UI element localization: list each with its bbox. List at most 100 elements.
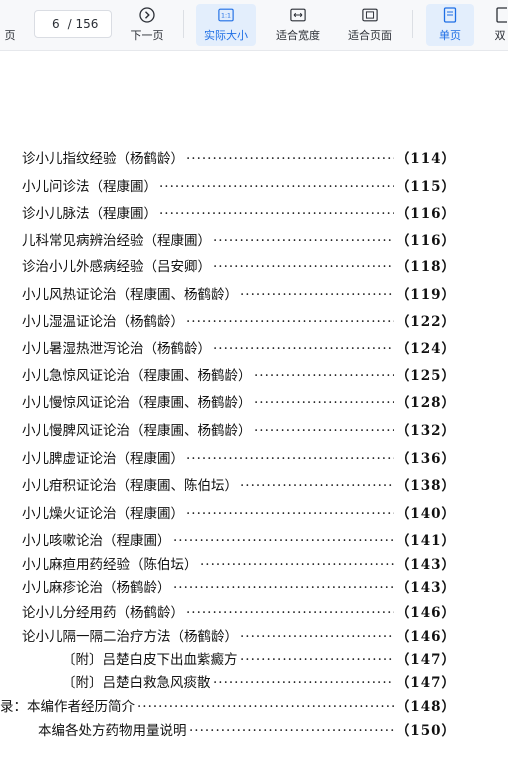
toc-entry-page: （119） bbox=[395, 287, 456, 303]
toc-entry-page: （138） bbox=[395, 478, 456, 494]
fit-page-button[interactable]: 适合页面 bbox=[344, 4, 396, 46]
fit-page-icon bbox=[362, 7, 378, 23]
toc-entry[interactable]: 小儿疳积证论治（程康圃、陈伯坛） ························… bbox=[0, 474, 508, 498]
toc-leader-dots: ········································… bbox=[200, 557, 394, 573]
toc-entry-page: （124） bbox=[395, 341, 456, 357]
toc-entry[interactable]: 小儿慢惊风证论治（程康圃、杨鹤龄） ·······················… bbox=[0, 391, 508, 415]
toc-entry-title: 论小儿隔一隔二治疗方法（杨鹤龄） bbox=[22, 629, 238, 645]
double-page-label: 双 bbox=[494, 29, 506, 42]
toc-entry-title: 录：本编作者经历简介 bbox=[0, 699, 135, 715]
toc-entry-title: 小儿急惊风证论治（程康圃、杨鹤龄） bbox=[22, 368, 252, 384]
toc-entry-page: （141） bbox=[395, 533, 456, 549]
toc-leader-dots: ········································… bbox=[173, 580, 394, 596]
fit-width-button[interactable]: 适合宽度 bbox=[272, 4, 324, 46]
toc-leader-dots: ········································… bbox=[213, 341, 394, 357]
toc-entry[interactable]: 小儿燥火证论治（程康圃） ····························… bbox=[0, 502, 508, 526]
toc-entry-page: （116） bbox=[395, 233, 456, 249]
toc-leader-dots: ········································… bbox=[213, 675, 394, 691]
toc-entry-title: 小儿问诊法（程康圃） bbox=[22, 179, 157, 195]
toc-entry-page: （148） bbox=[395, 699, 456, 715]
toc-entry[interactable]: 诊治小儿外感病经验（吕安卿） ··························… bbox=[0, 255, 508, 279]
toc-entry[interactable]: 〔附〕吕楚白救急风痰散 ·····························… bbox=[0, 671, 508, 695]
toc-leader-dots: ········································… bbox=[159, 179, 394, 195]
toc-entry[interactable]: 小儿咳嗽论治（程康圃） ·····························… bbox=[0, 529, 508, 553]
toc-entry[interactable]: 诊小儿脉法（程康圃） ······························… bbox=[0, 202, 508, 226]
toc-entry[interactable]: 小儿急惊风证论治（程康圃、杨鹤龄） ·······················… bbox=[0, 364, 508, 388]
toc-entry-title: 小儿暑湿热泄泻论治（杨鹤龄） bbox=[22, 341, 211, 357]
toc-entry-title: 诊小儿指纹经验（杨鹤龄） bbox=[22, 151, 184, 167]
toolbar-divider bbox=[183, 10, 184, 38]
toc-entry[interactable]: 小儿麻疹论治（杨鹤龄） ·····························… bbox=[0, 576, 508, 600]
toc-leader-dots: ········································… bbox=[186, 314, 394, 330]
toc-entry-title: 儿科常见病辨治经验（程康圃） bbox=[22, 233, 211, 249]
toc-entry-page: （114） bbox=[395, 151, 456, 167]
fit-width-label: 适合宽度 bbox=[276, 29, 320, 42]
previous-page-label: 页 bbox=[4, 29, 16, 42]
single-page-label: 单页 bbox=[439, 29, 461, 42]
toc-entry-title: 本编各处方药物用量说明 bbox=[38, 723, 187, 739]
toc-entry-page: （128） bbox=[395, 395, 456, 411]
toc-entry[interactable]: 本编各处方药物用量说明 ·····························… bbox=[0, 719, 508, 743]
toolbar-divider bbox=[412, 10, 413, 38]
toc-entry-page: （147） bbox=[395, 675, 456, 691]
toc-entry[interactable]: 诊小儿指纹经验（杨鹤龄） ····························… bbox=[0, 147, 508, 171]
toc-entry-title: 小儿咳嗽论治（程康圃） bbox=[22, 533, 171, 549]
actual-size-label: 实际大小 bbox=[204, 29, 248, 42]
toc-entry-title: 小儿燥火证论治（程康圃） bbox=[22, 506, 184, 522]
toc-leader-dots: ········································… bbox=[189, 723, 394, 739]
single-page-button[interactable]: 单页 bbox=[426, 4, 474, 46]
toc-entry-page: （143） bbox=[395, 580, 456, 596]
toc-entry[interactable]: 小儿慢脾风证论治（程康圃、杨鹤龄） ·······················… bbox=[0, 419, 508, 443]
next-page-label: 下一页 bbox=[130, 29, 164, 42]
next-page-button[interactable]: 下一页 bbox=[124, 4, 170, 46]
toc-entry-title: 〔附〕吕楚白救急风痰散 bbox=[62, 675, 211, 691]
toc-entry[interactable]: 小儿风热证论治（程康圃、杨鹤龄） ························… bbox=[0, 283, 508, 307]
toc-leader-dots: ········································… bbox=[137, 699, 394, 715]
toc-entry[interactable]: 〔附〕吕楚白皮下出血紫癜方 ···························… bbox=[0, 648, 508, 672]
toc-entry-page: （125） bbox=[395, 368, 456, 384]
toc-entry[interactable]: 小儿麻疸用药经验（陈伯坛） ···························… bbox=[0, 553, 508, 577]
toc-entry-page: （146） bbox=[395, 605, 456, 621]
toc-entry-page: （146） bbox=[395, 629, 456, 645]
toc-entry-page: （116） bbox=[395, 206, 456, 222]
next-page-icon bbox=[139, 7, 155, 23]
double-page-button[interactable]: 双 bbox=[492, 4, 508, 46]
toc-entry[interactable]: 论小儿隔一隔二治疗方法（杨鹤龄） ························… bbox=[0, 625, 508, 649]
previous-icon bbox=[2, 7, 18, 23]
toc-entry-page: （140） bbox=[395, 506, 456, 522]
toc-entry[interactable]: 小儿脾虚证论治（程康圃） ····························… bbox=[0, 447, 508, 471]
toc-entry-page: （150） bbox=[395, 723, 456, 739]
toc-entry[interactable]: 录：本编作者经历简介 ······························… bbox=[0, 695, 508, 719]
toc-entry-title: 〔附〕吕楚白皮下出血紫癜方 bbox=[62, 652, 238, 668]
viewer-toolbar: 页 6 / 156 下一页 1:1 实际大小 适合宽度 适合页面 单页 双 bbox=[0, 0, 508, 51]
toc-entry[interactable]: 小儿湿温证论治（杨鹤龄） ····························… bbox=[0, 310, 508, 334]
toc-leader-dots: ········································… bbox=[254, 368, 394, 384]
toc-entry-title: 小儿疳积证论治（程康圃、陈伯坛） bbox=[22, 478, 238, 494]
toc-entry-page: （118） bbox=[395, 259, 456, 275]
toc-entry-page: （147） bbox=[395, 652, 456, 668]
page-number-input[interactable]: 6 / 156 bbox=[34, 10, 112, 38]
actual-size-icon: 1:1 bbox=[218, 7, 234, 23]
toc-entry-title: 小儿麻疸用药经验（陈伯坛） bbox=[22, 557, 198, 573]
previous-page-button[interactable]: 页 bbox=[0, 4, 20, 46]
actual-size-button[interactable]: 1:1 实际大小 bbox=[196, 4, 256, 46]
toc-entry-page: （132） bbox=[395, 423, 456, 439]
actual-size-icon-text: 1:1 bbox=[221, 13, 231, 20]
fit-width-icon bbox=[290, 7, 306, 23]
toc-entry[interactable]: 儿科常见病辨治经验（程康圃） ··························… bbox=[0, 229, 508, 253]
current-page: 6 bbox=[52, 17, 60, 31]
toc-leader-dots: ········································… bbox=[240, 478, 394, 494]
total-pages: / 156 bbox=[67, 17, 99, 31]
toc-entry[interactable]: 论小儿分经用药（杨鹤龄） ····························… bbox=[0, 601, 508, 625]
toc-leader-dots: ········································… bbox=[186, 151, 394, 167]
toc-entry-title: 小儿湿温证论治（杨鹤龄） bbox=[22, 314, 184, 330]
toc-leader-dots: ········································… bbox=[186, 451, 394, 467]
toc-entry[interactable]: 小儿问诊法（程康圃） ······························… bbox=[0, 175, 508, 199]
document-page: 诊小儿指纹经验（杨鹤龄） ····························… bbox=[0, 51, 508, 761]
double-page-icon bbox=[492, 7, 508, 23]
toc-leader-dots: ········································… bbox=[159, 206, 394, 222]
toc-entry-title: 小儿慢脾风证论治（程康圃、杨鹤龄） bbox=[22, 423, 252, 439]
toc-leader-dots: ········································… bbox=[173, 533, 394, 549]
toc-entry[interactable]: 小儿暑湿热泄泻论治（杨鹤龄） ··························… bbox=[0, 337, 508, 361]
toc-leader-dots: ········································… bbox=[240, 629, 394, 645]
